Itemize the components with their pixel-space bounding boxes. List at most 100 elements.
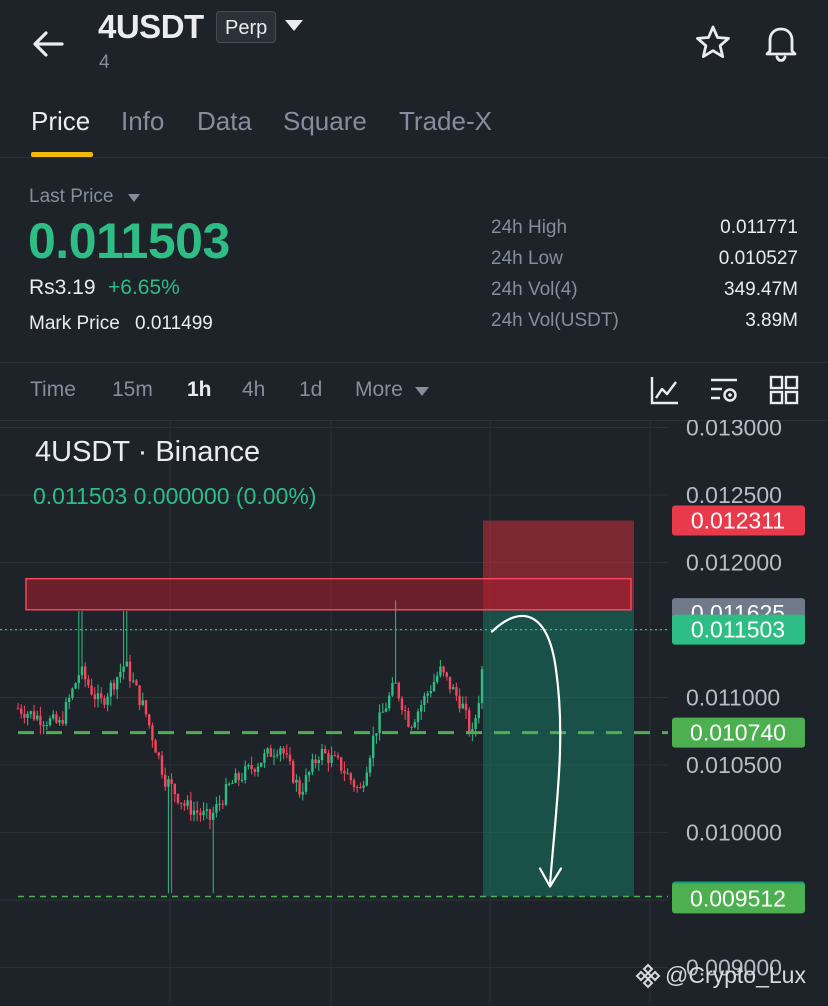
chart-ohlc-line: 0.011503 0.000000 (0.00%) [33,483,317,509]
candle-body [218,803,221,805]
y-tick-label: 0.010000 [686,820,782,846]
indicator-button[interactable] [649,374,681,406]
candle-body [151,725,154,741]
chart-settings-icon [711,378,737,402]
active-tab-indicator [31,152,93,157]
indicator-icon [650,377,678,405]
tab-price[interactable]: Price [31,106,90,137]
alert-button[interactable] [760,22,802,64]
candle-body [96,693,100,700]
candle-body [464,703,468,711]
candle-body [298,779,301,795]
interval-time[interactable]: Time [30,378,76,402]
candle-body [74,683,77,689]
candle-body [397,682,400,699]
interval-more[interactable]: More [355,378,403,402]
candle-body [231,782,234,784]
candle-body [48,718,52,726]
candle-body [429,691,432,694]
candle-body [103,698,106,705]
chart-zones [25,520,634,897]
candle-body [192,810,196,815]
symbol-title[interactable]: 4USDT [98,8,204,46]
candle-body [45,725,48,727]
candle-body [125,661,128,667]
candle-body [311,759,314,772]
candle-body [32,711,36,720]
chart-title: 4USDT · Binance [35,436,261,468]
interval-4h[interactable]: 4h [242,378,265,402]
grid-layout-icon [769,375,799,405]
candle-body [42,725,45,727]
last-price: 0.011503 [28,213,230,269]
candle-body [410,726,413,728]
candle-body [461,703,464,709]
candle-body [64,702,68,724]
divider [0,362,828,363]
candle-body [480,669,484,704]
interval-1d[interactable]: 1d [299,378,322,402]
tab-info[interactable]: Info [121,106,164,137]
candle-body [356,786,359,788]
interval-1h[interactable]: 1h [187,378,212,402]
candle-body [256,766,260,772]
favorite-button[interactable] [692,22,734,64]
candle-body [250,764,253,770]
candle-body [282,748,285,754]
candle-body [404,710,407,712]
candle-body [432,681,436,692]
candle-body [160,755,164,775]
candle-body [186,800,189,806]
candle-body [330,755,333,763]
candle-body [176,794,180,803]
y-tick-label: 0.010500 [686,752,782,778]
symbol-dropdown-icon[interactable] [285,20,303,31]
candle-body [208,809,212,820]
main-tabs: Price Info Data Square Trade-X [0,100,828,158]
candle-body [244,766,247,780]
candle-body [234,773,237,783]
y-tick-label: 0.013000 [686,420,782,441]
symbol-subtitle: 4 [99,52,110,73]
candle-body [224,784,228,805]
candle-body [106,696,109,705]
candle-body [122,666,125,672]
layout-button[interactable] [768,374,800,406]
candle-body [375,733,378,736]
y-tick-label: 0.011000 [686,685,780,711]
resistance-zone [25,577,632,611]
back-button[interactable] [28,24,68,64]
more-dropdown-icon[interactable] [415,387,429,396]
watermark-text: @Crypto_Lux [665,962,806,988]
y-tick-label: 0.012000 [686,550,782,576]
interval-15m[interactable]: 15m [112,378,153,402]
tab-trade-x[interactable]: Trade-X [399,106,492,137]
candle-body [112,682,116,690]
candle-body [378,712,381,734]
candle-body [90,685,93,695]
candle-body [202,810,205,816]
candle-body [228,783,231,785]
candle-body [240,779,244,781]
candle-body [324,748,327,754]
candle-body [39,715,42,726]
candle-body [55,714,58,723]
candle-body [365,772,368,786]
tab-square[interactable]: Square [283,106,367,137]
tab-data[interactable]: Data [197,106,252,137]
chart-settings-button[interactable] [708,374,740,406]
candle-body [189,800,192,815]
candle-body [260,762,263,767]
candle-body [285,753,288,755]
candle-body [20,708,23,714]
candle-body [71,688,74,698]
candle-body [442,666,445,673]
candle-body [455,687,458,696]
candle-body [439,666,442,676]
candle-body [474,718,477,730]
stat-label-low: 24h Low [491,248,563,269]
last-price-dropdown-icon[interactable] [128,194,140,202]
last-price-label[interactable]: Last Price [29,186,113,208]
binance-logo-icon [635,963,661,988]
candle-body [423,695,426,705]
